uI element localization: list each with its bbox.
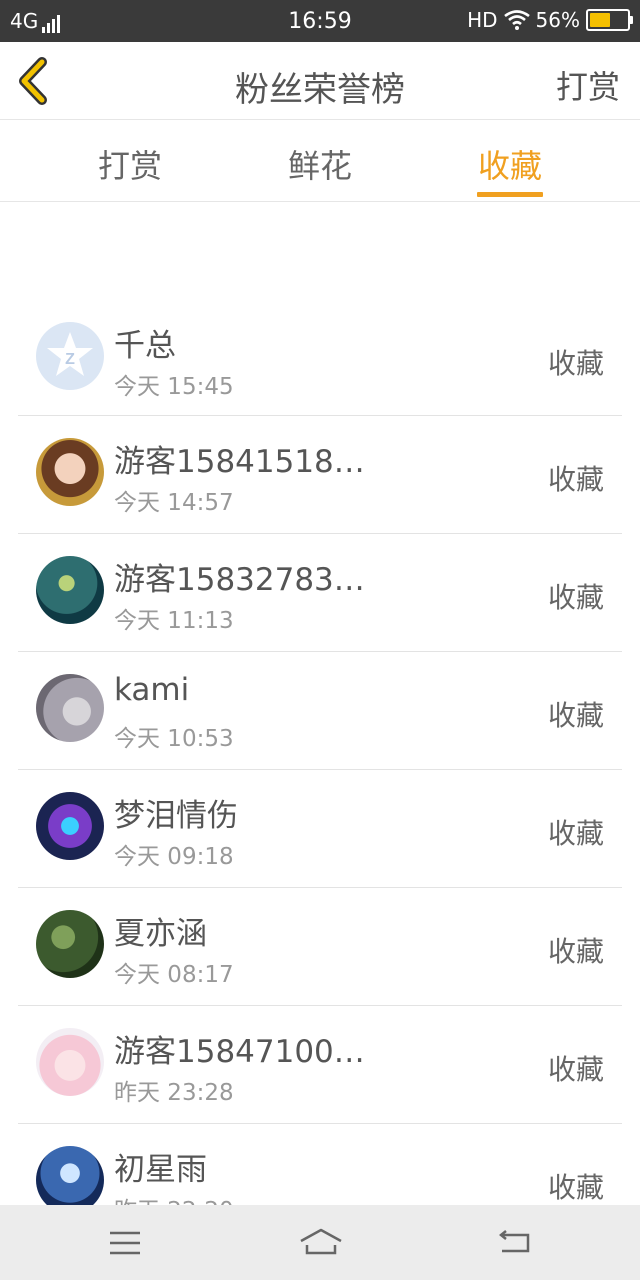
list-item[interactable]: 游客15847100… 昨天 23:28 收藏 [18,1006,622,1124]
user-name: 千总 [114,328,176,364]
battery-percent: 56% [535,8,580,32]
list-item[interactable]: 游客15832783… 今天 11:13 收藏 [18,534,622,652]
list-item[interactable]: Z 千总 今天 15:45 收藏 [18,300,622,416]
fan-list[interactable]: Z 千总 今天 15:45 收藏 游客15841518… 今天 14:57 收藏… [18,300,622,1205]
tab-tip[interactable]: 打赏 [65,141,195,199]
timestamp: 今天 08:17 [114,962,234,988]
action-label: 收藏 [547,1171,604,1204]
action-label: 收藏 [547,1053,604,1086]
timestamp: 今天 10:53 [114,726,234,752]
system-status: HD 56% [467,8,633,32]
home-icon [300,1228,342,1255]
avatar[interactable] [36,556,104,624]
timestamp: 今天 09:18 [114,844,234,870]
back-icon [498,1230,530,1253]
action-label: 收藏 [547,347,604,380]
status-bar: 4G 16:59 HD 56% [0,0,640,42]
avatar[interactable] [36,910,104,978]
action-label: 收藏 [547,581,604,614]
action-label: 收藏 [547,463,604,496]
active-tab-indicator [477,192,543,197]
action-label: 收藏 [547,817,604,850]
action-label: 收藏 [547,699,604,732]
list-item[interactable]: 游客15841518… 今天 14:57 收藏 [18,416,622,534]
timestamp: 今天 14:57 [114,490,234,516]
avatar[interactable] [36,1146,104,1205]
action-label: 收藏 [547,935,604,968]
user-name: 游客15841518… [114,444,365,480]
user-name: kami [114,672,190,708]
avatar[interactable] [36,438,104,506]
timestamp: 今天 15:45 [114,374,234,400]
list-item[interactable]: 夏亦涵 今天 08:17 收藏 [18,888,622,1006]
tab-bar: 打赏 鲜花 收藏 [0,121,640,202]
menu-icon [110,1231,140,1255]
default-avatar-icon: Z [47,332,93,376]
avatar[interactable]: Z [36,322,104,390]
user-name: 初星雨 [114,1152,207,1188]
tab-label: 鲜花 [287,147,352,185]
user-name: 游客15832783… [114,562,365,598]
system-nav-bar [0,1205,640,1280]
battery-level [590,13,611,27]
svg-text:Z: Z [65,351,75,368]
menu-button[interactable] [105,1225,145,1261]
tab-favorites[interactable]: 收藏 [445,141,575,199]
tab-label: 收藏 [477,147,542,185]
app-header: 粉丝荣誉榜 打赏 [0,42,640,120]
avatar[interactable] [36,674,104,742]
back-nav-button[interactable] [496,1225,536,1261]
avatar[interactable] [36,792,104,860]
list-item[interactable]: 初星雨 昨天 22:20 收藏 [18,1124,622,1205]
user-name: 游客15847100… [114,1034,365,1070]
user-name: 夏亦涵 [114,916,207,952]
avatar[interactable] [36,1028,104,1096]
hd-indicator: HD [467,8,498,32]
wifi-icon [503,10,530,30]
tab-flowers[interactable]: 鲜花 [255,141,385,199]
timestamp: 昨天 22:20 [114,1191,234,1205]
page-title: 粉丝荣誉榜 [235,70,405,110]
timestamp: 昨天 23:28 [114,1080,234,1106]
user-name: 梦泪情伤 [114,798,238,834]
battery-icon [586,9,633,31]
home-button[interactable] [298,1225,344,1261]
list-item[interactable]: 梦泪情伤 今天 09:18 收藏 [18,770,622,888]
tab-label: 打赏 [97,147,162,185]
list-item[interactable]: kami 今天 10:53 收藏 [18,652,622,770]
timestamp: 今天 11:13 [114,608,234,634]
tip-button[interactable]: 打赏 [556,62,620,108]
